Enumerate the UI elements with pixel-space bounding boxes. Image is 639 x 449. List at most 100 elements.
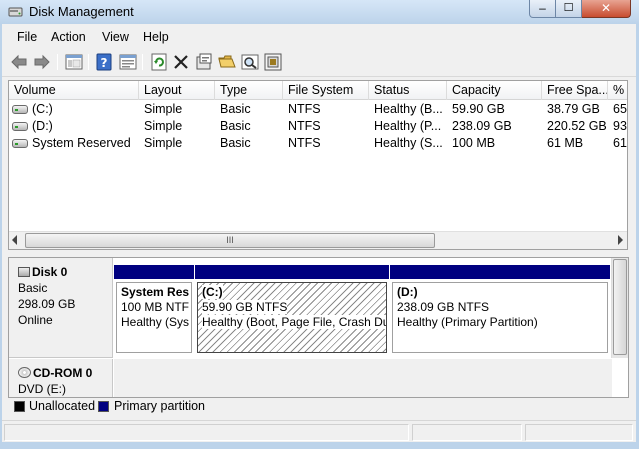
column-header-percent-free[interactable]: % F [608,81,627,100]
partition-status: Healthy (Boot, Page File, Crash Du [202,315,386,329]
volume-list-header: Volume Layout Type File System Status Ca… [9,81,627,100]
disk-graphical-view: Disk 0 Basic 298.09 GB Online System Res… [8,257,629,398]
drive-icon [12,105,28,114]
volume-status: Healthy (B... [374,102,443,116]
partition-bar [195,265,389,279]
disk-0-info[interactable]: Disk 0 Basic 298.09 GB Online [9,258,113,358]
console-tree-icon[interactable] [65,53,83,71]
volume-name: System Reserved [32,136,131,150]
volume-file-system: NTFS [288,102,321,116]
horizontal-scroll-thumb[interactable]: III [25,233,435,248]
hard-disk-icon [18,267,30,277]
disk-properties-icon[interactable] [264,53,282,71]
toolbar-separator [57,54,58,70]
volume-file-system: NTFS [288,136,321,150]
column-header-capacity[interactable]: Capacity [447,81,542,100]
scroll-right-arrow-icon[interactable] [618,235,623,245]
volume-name: (C:) [32,102,53,116]
volume-type: Basic [220,136,251,150]
svg-text:?: ? [101,56,108,70]
column-header-status[interactable]: Status [369,81,447,100]
partition-size: 238.09 GB NTFS [397,300,490,314]
cd-rom-media-area [114,359,612,397]
volume-free-space: 220.52 GB [547,119,607,133]
legend-label-unallocated: Unallocated [29,399,96,413]
column-header-type[interactable]: Type [215,81,283,100]
partition-system-reserved[interactable]: System Res 100 MB NTF Healthy (Sys [114,265,194,355]
open-folder-icon[interactable] [218,53,236,71]
maximize-button[interactable]: ☐ [556,0,582,18]
vertical-scroll-thumb[interactable] [613,259,627,355]
menu-bar: File Action View Help [0,26,639,48]
vertical-scrollbar[interactable] [611,258,628,358]
volume-layout: Simple [144,136,183,150]
horizontal-scrollbar[interactable]: III [9,231,627,249]
drive-icon [12,122,28,131]
drive-icon [12,139,28,148]
partition-size: 59.90 GB NTFS [202,300,288,314]
scroll-left-arrow-icon[interactable] [12,235,17,245]
menu-action[interactable]: Action [51,30,86,44]
legend-swatch-primary-partition [98,401,109,412]
menu-file[interactable]: File [17,30,37,44]
column-header-free-space[interactable]: Free Spa... [542,81,608,100]
volume-name: (D:) [32,119,53,133]
partition-bar [114,265,194,279]
volume-type: Basic [220,119,251,133]
partition-d[interactable]: (D:) 238.09 GB NTFS Healthy (Primary Par… [390,265,610,355]
settings-icon[interactable] [195,53,213,71]
help-icon[interactable]: ? [95,53,113,71]
maximize-icon: ☐ [563,2,574,14]
volume-status: Healthy (P... [374,119,442,133]
close-button[interactable]: ✕ [582,0,631,18]
column-header-layout[interactable]: Layout [139,81,215,100]
partition-c[interactable]: (C:) 59.90 GB NTFS Healthy (Boot, Page F… [195,265,389,355]
column-header-file-system[interactable]: File System [283,81,369,100]
delete-icon[interactable] [172,53,190,71]
volume-layout: Simple [144,102,183,116]
volume-list: Volume Layout Type File System Status Ca… [8,80,628,250]
volume-status: Healthy (S... [374,136,443,150]
cd-rom-0-info[interactable]: CD-ROM 0 DVD (E:) [9,359,113,397]
search-icon[interactable] [241,53,259,71]
partition-status: Healthy (Sys [121,315,190,329]
window-title: Disk Management [29,4,134,19]
status-bar-pane [4,424,409,441]
volume-file-system: NTFS [288,119,321,133]
disk-type: Basic [18,281,48,295]
disk-name: CD-ROM 0 [33,366,93,380]
volume-row-c[interactable]: (C:) Simple Basic NTFS Healthy (B... 59.… [9,101,627,118]
close-icon: ✕ [600,1,612,15]
status-bar-pane [412,424,522,441]
title-bar[interactable]: Disk Management ‒ ☐ ✕ [0,0,639,24]
disk-size: 298.09 GB [18,297,76,311]
partition-label: (C:) [202,285,223,299]
minimize-button[interactable]: ‒ [529,0,556,18]
volume-row-system-reserved[interactable]: System Reserved Simple Basic NTFS Health… [9,135,627,152]
toolbar: ? [0,48,639,77]
volume-capacity: 100 MB [452,136,496,150]
volume-row-d[interactable]: (D:) Simple Basic NTFS Healthy (P... 238… [9,118,627,135]
legend-swatch-unallocated [14,401,25,412]
volume-free-space: 38.79 GB [547,102,600,116]
cd-rom-icon [18,367,31,378]
menu-help[interactable]: Help [143,30,169,44]
menu-view[interactable]: View [102,30,129,44]
disk-state: Online [18,313,53,327]
disk-management-icon [8,7,23,17]
volume-type: Basic [220,102,251,116]
properties-icon[interactable] [119,53,137,71]
window-frame [0,442,639,449]
volume-capacity: 59.90 GB [452,102,505,116]
legend-label-primary-partition: Primary partition [114,399,205,413]
disk-name: Disk 0 [32,265,68,279]
status-bar-pane [525,424,633,441]
back-arrow-icon[interactable] [10,53,28,71]
refresh-icon[interactable] [150,53,168,71]
forward-arrow-icon[interactable] [33,53,51,71]
column-header-volume[interactable]: Volume [9,81,139,100]
partition-label: System Res [121,285,190,299]
volume-percent-free: 93 [613,119,627,133]
disk-management-window: Disk Management ‒ ☐ ✕ File Action View H… [0,0,639,449]
volume-capacity: 238.09 GB [452,119,512,133]
